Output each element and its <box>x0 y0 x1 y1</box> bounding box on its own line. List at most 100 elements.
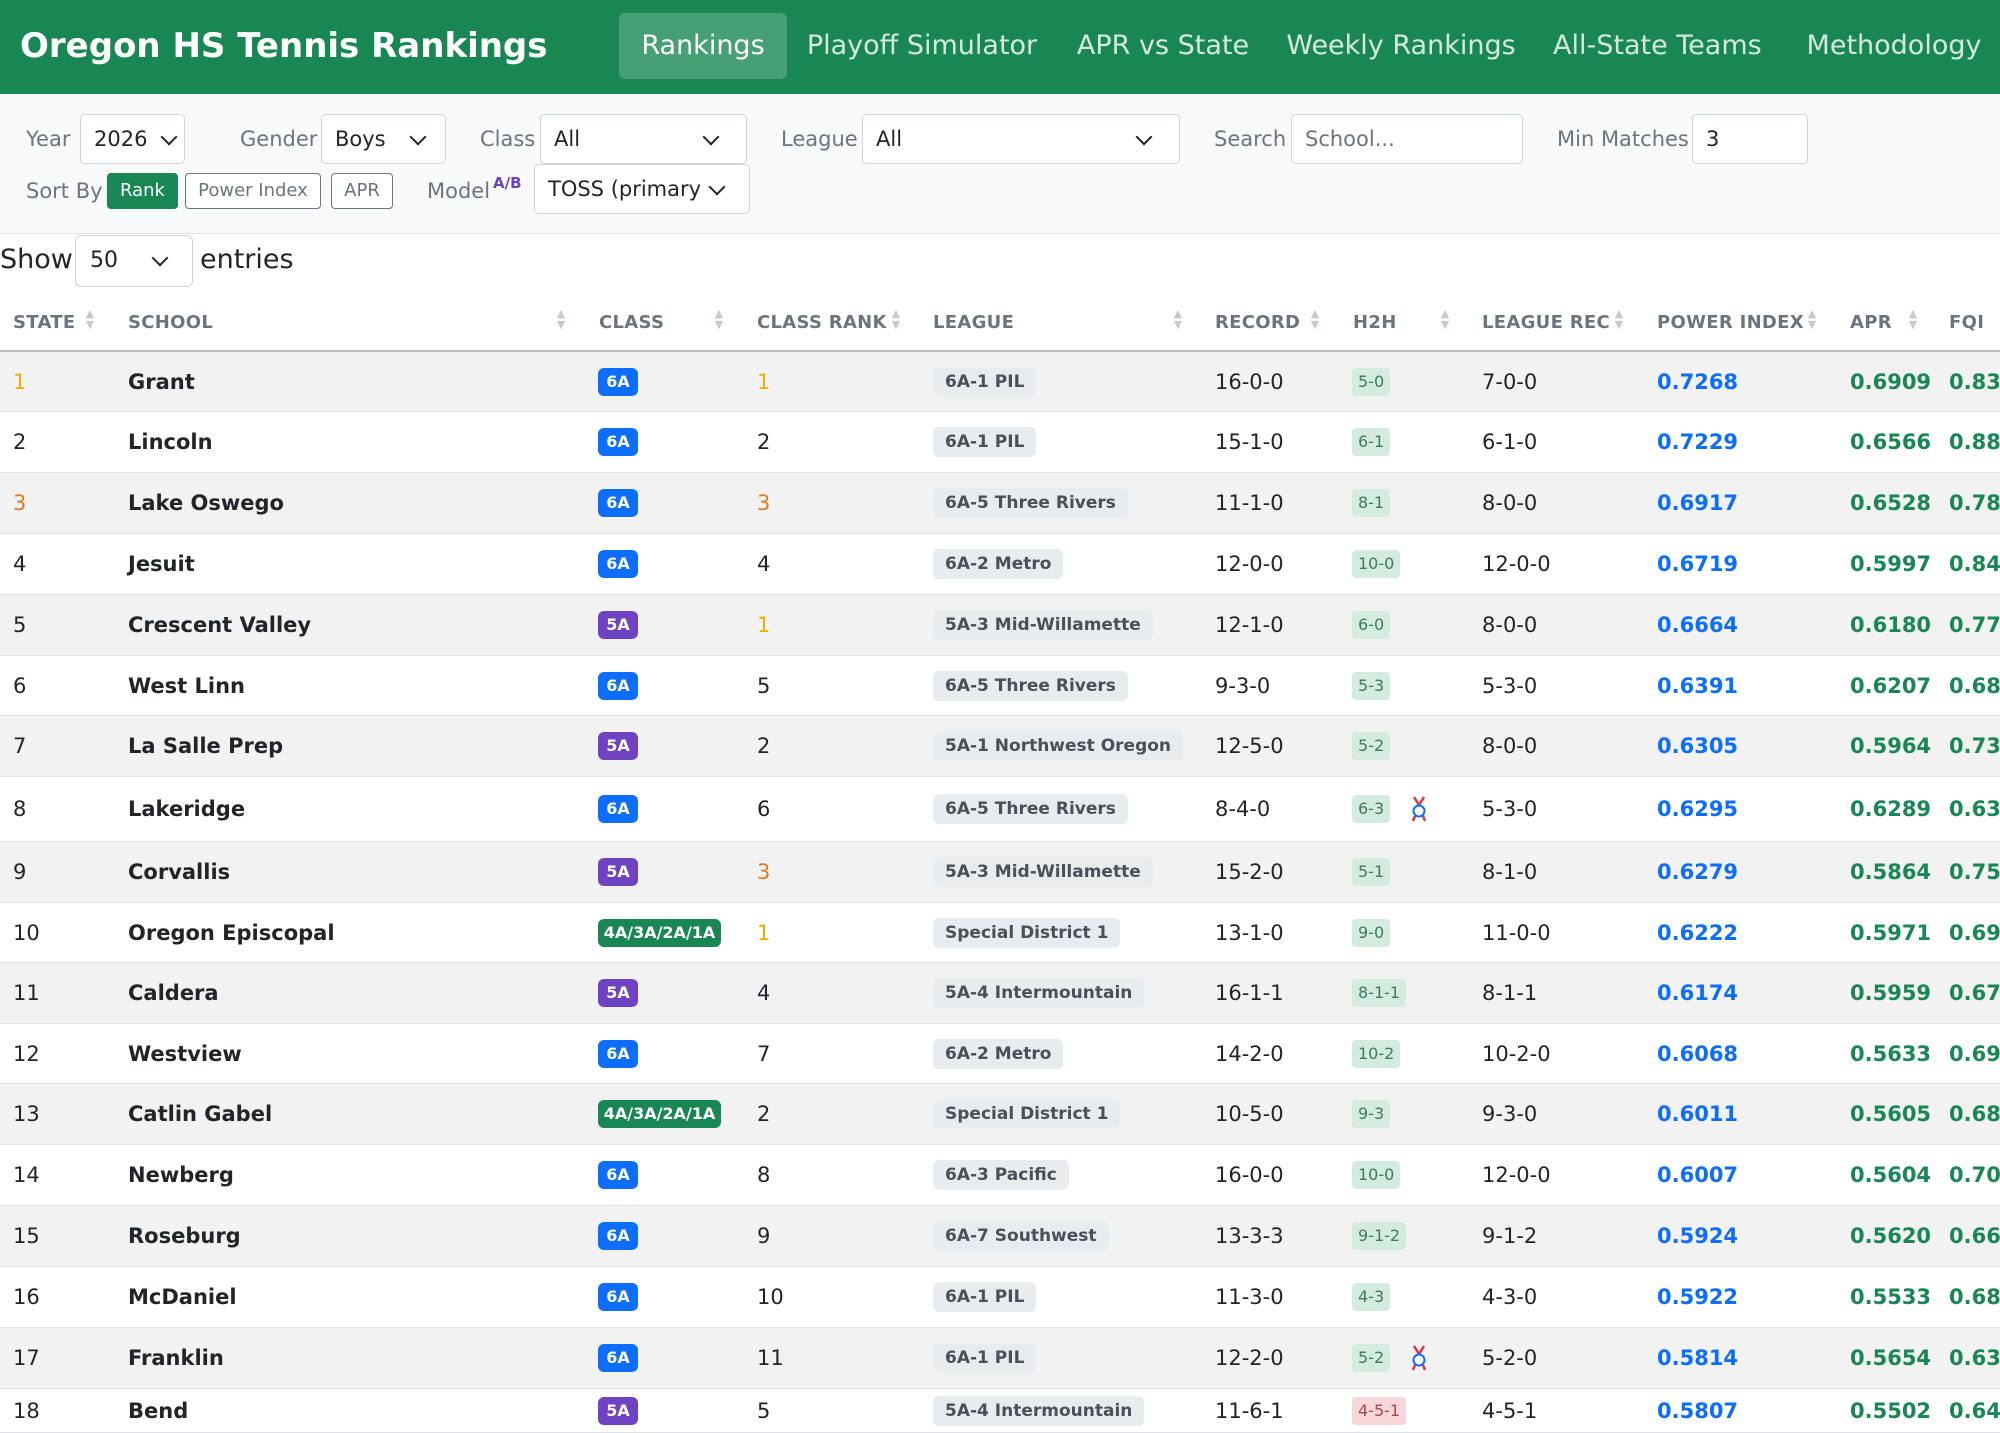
sort-apr-button[interactable]: APR <box>331 173 393 209</box>
school-name[interactable]: Lake Oswego <box>128 491 284 515</box>
year-select[interactable]: 2026 <box>80 114 185 164</box>
table-row[interactable]: 5 Crescent Valley 5A 1 5A-3 Mid-Willamette 12… <box>0 595 2000 656</box>
min-matches-input[interactable]: 3 <box>1692 114 1808 164</box>
table-row[interactable]: 15 Roseburg 6A 9 6A-7 Southwest 13-3-3 9-1-2 9-… <box>0 1206 2000 1267</box>
school-name[interactable]: Grant <box>128 370 195 394</box>
sort-power-index-button[interactable]: Power Index <box>185 173 321 209</box>
school-name[interactable]: Franklin <box>128 1346 224 1370</box>
table-row[interactable]: 10 Oregon Episcopal 4A/3A/2A/1A 1 Special Di… <box>0 903 2000 963</box>
class-rank: 2 <box>757 1102 771 1126</box>
league-badge: 5A-1 Northwest Oregon <box>933 731 1184 761</box>
entries-select[interactable]: 50 <box>75 235 193 287</box>
class-select[interactable]: All <box>540 114 747 164</box>
col-header-school[interactable]: SCHOOL <box>128 312 213 333</box>
school-name[interactable]: Oregon Episcopal <box>128 921 335 945</box>
apr-value: 0.5604 <box>1850 1163 1932 1187</box>
league-badge: 5A-3 Mid-Willamette <box>933 610 1153 640</box>
class-badge: 5A <box>598 732 638 760</box>
table-row[interactable]: 7 La Salle Prep 5A 2 5A-1 Northwest Oregon 12… <box>0 716 2000 777</box>
school-name[interactable]: Roseburg <box>128 1224 241 1248</box>
league-record: 5-3-0 <box>1482 673 1538 698</box>
school-name[interactable]: Corvallis <box>128 860 230 884</box>
school-name[interactable]: Crescent Valley <box>128 613 311 637</box>
power-index: 0.6917 <box>1657 491 1739 515</box>
record: 11-6-1 <box>1215 1398 1284 1423</box>
class-rank: 6 <box>757 797 771 821</box>
record: 16-0-0 <box>1215 1163 1284 1187</box>
power-index: 0.5807 <box>1657 1398 1739 1423</box>
class-badge: 6A <box>598 1283 638 1311</box>
table-row[interactable]: 16 McDaniel 6A 10 6A-1 PIL 11-3-0 4-3 4-3-0 0.59… <box>0 1267 2000 1328</box>
table-row[interactable]: 13 Catlin Gabel 4A/3A/2A/1A 2 Special Distri… <box>0 1084 2000 1145</box>
table-row[interactable]: 3 Lake Oswego 6A 3 6A-5 Three Rivers 11-1-0 8-… <box>0 473 2000 534</box>
school-name[interactable]: Westview <box>128 1042 242 1066</box>
league-select[interactable]: All <box>862 114 1180 164</box>
school-name[interactable]: La Salle Prep <box>128 734 283 758</box>
table-row[interactable]: 11 Caldera 5A 4 5A-4 Intermountain 16-1-1 8-1-… <box>0 963 2000 1024</box>
table-row[interactable]: 14 Newberg 6A 8 6A-3 Pacific 16-0-0 10-0 12-0-0… <box>0 1145 2000 1206</box>
school-name[interactable]: McDaniel <box>128 1285 237 1309</box>
state-rank: 16 <box>13 1285 40 1309</box>
col-header-class[interactable]: CLASS <box>599 312 664 333</box>
apr-value: 0.6180 <box>1850 613 1932 637</box>
nav-methodology[interactable]: Methodology <box>1802 13 1986 79</box>
school-name[interactable]: Newberg <box>128 1163 234 1187</box>
nav-playoff-simulator[interactable]: Playoff Simulator <box>800 13 1044 79</box>
nav-apr-vs-state[interactable]: APR vs State <box>1070 13 1256 79</box>
power-index: 0.5922 <box>1657 1285 1739 1309</box>
gender-select[interactable]: Boys <box>321 114 446 164</box>
school-name[interactable]: Lincoln <box>128 430 213 454</box>
class-badge: 6A <box>598 489 638 517</box>
sort-icon: ▲ ▼ <box>1310 307 1320 331</box>
col-header-power-index[interactable]: POWER INDEX <box>1657 312 1804 333</box>
class-rank: 9 <box>757 1224 771 1248</box>
school-name[interactable]: Bend <box>128 1399 188 1423</box>
school-name[interactable]: Caldera <box>128 981 219 1005</box>
col-header-league[interactable]: LEAGUE <box>933 312 1014 333</box>
col-header-fqi[interactable]: FQI <box>1949 312 1984 333</box>
col-header-record[interactable]: RECORD <box>1215 312 1300 333</box>
record: 13-1-0 <box>1215 920 1284 945</box>
nav-all-state-teams[interactable]: All-State Teams <box>1553 13 1762 79</box>
school-name[interactable]: Lakeridge <box>128 797 245 821</box>
site-brand[interactable]: Oregon HS Tennis Rankings <box>20 26 548 66</box>
power-index: 0.6305 <box>1657 734 1739 758</box>
state-rank: 9 <box>13 860 27 884</box>
class-rank: 1 <box>757 920 771 945</box>
table-row[interactable]: 1 Grant 6A 1 6A-1 PIL 16-0-0 5-0 7-0-0 0.7268 0.6… <box>0 352 2000 412</box>
col-header-state[interactable]: STATE <box>13 312 75 333</box>
col-header-class-rank[interactable]: CLASS RANK <box>757 312 887 333</box>
school-name[interactable]: Catlin Gabel <box>128 1102 272 1126</box>
search-input[interactable]: School... <box>1291 114 1523 164</box>
class-badge: 6A <box>598 1161 638 1189</box>
col-header-apr[interactable]: APR <box>1850 312 1892 333</box>
nav-rankings[interactable]: Rankings <box>619 13 787 79</box>
col-header-league-rec[interactable]: LEAGUE REC <box>1482 312 1610 333</box>
state-rank: 13 <box>13 1102 40 1126</box>
table-row[interactable]: 17 Franklin 6A 11 6A-1 PIL 12-2-0 5-2 5-2-0 0.58… <box>0 1328 2000 1389</box>
table-row[interactable]: 9 Corvallis 5A 3 5A-3 Mid-Willamette 15-2-0 5-… <box>0 842 2000 903</box>
apr-value: 0.5864 <box>1850 860 1932 884</box>
league-record: 8-1-0 <box>1482 860 1538 884</box>
model-select[interactable]: TOSS (primary) <box>534 164 750 214</box>
table-row[interactable]: 6 West Linn 6A 5 6A-5 Three Rivers 9-3-0 5-3 5-… <box>0 656 2000 716</box>
h2h-badge: 8-1-1 <box>1352 979 1407 1007</box>
nav-weekly-rankings[interactable]: Weekly Rankings <box>1286 13 1516 79</box>
table-row[interactable]: 2 Lincoln 6A 2 6A-1 PIL 15-1-0 6-1 6-1-0 0.7229 0… <box>0 412 2000 473</box>
league-record: 8-0-0 <box>1482 613 1538 637</box>
table-row[interactable]: 18 Bend 5A 5 5A-4 Intermountain 11-6-1 4-5-1 4-… <box>0 1389 2000 1433</box>
state-rank: 12 <box>13 1041 40 1066</box>
sort-rank-button[interactable]: Rank <box>107 173 178 209</box>
table-row[interactable]: 8 Lakeridge 6A 6 6A-5 Three Rivers 8-4-0 6-3 5-… <box>0 777 2000 842</box>
school-name[interactable]: West Linn <box>128 674 245 698</box>
sort-icon: ▲ ▼ <box>1173 307 1183 331</box>
col-header-h2h[interactable]: H2H <box>1353 312 1397 333</box>
power-index: 0.7229 <box>1657 430 1739 454</box>
state-rank: 3 <box>13 491 27 515</box>
table-row[interactable]: 12 Westview 6A 7 6A-2 Metro 14-2-0 10-2 10-2-0 0… <box>0 1024 2000 1084</box>
school-name[interactable]: Jesuit <box>128 552 195 576</box>
model-ab-tag[interactable]: A/B <box>493 174 522 192</box>
league-badge: 5A-4 Intermountain <box>933 1395 1145 1426</box>
table-row[interactable]: 4 Jesuit 6A 4 6A-2 Metro 12-0-0 10-0 12-0-0 0.67… <box>0 534 2000 595</box>
sort-icon: ▲ ▼ <box>85 307 95 331</box>
